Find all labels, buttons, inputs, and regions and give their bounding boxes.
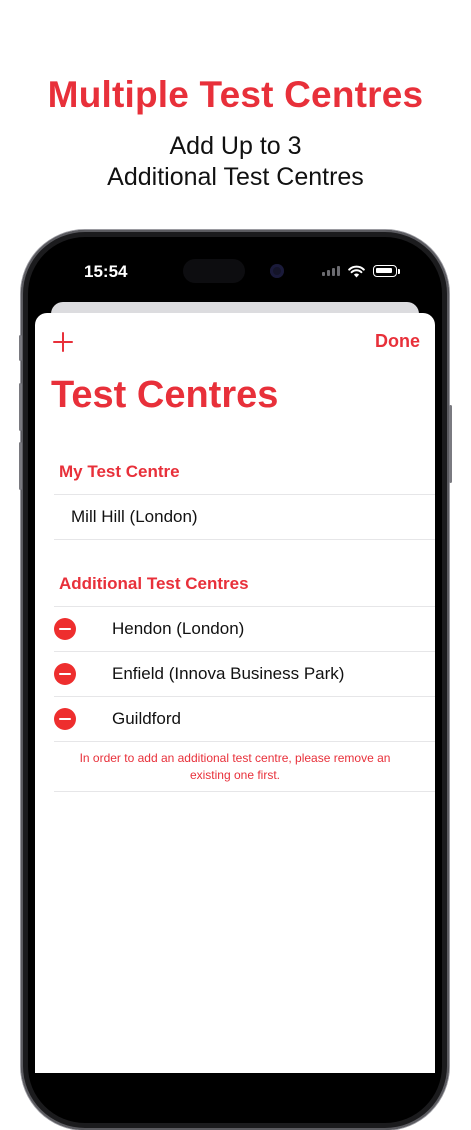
delete-icon[interactable] — [54, 663, 76, 685]
list-item[interactable]: Hendon (London) — [54, 607, 435, 651]
list-item[interactable]: Mill Hill (London) — [54, 495, 435, 539]
status-time: 15:54 — [84, 262, 128, 281]
delete-icon[interactable] — [54, 618, 76, 640]
phone-volume-up — [19, 383, 22, 431]
phone-volume-down — [19, 442, 22, 490]
camera-icon — [270, 264, 284, 278]
delete-icon[interactable] — [54, 708, 76, 730]
page-title: Test Centres — [51, 374, 279, 416]
battery-icon — [373, 265, 400, 277]
list-item-label: Hendon (London) — [112, 619, 245, 638]
list-item-label: Guildford — [112, 709, 181, 728]
marketing-subline: Add Up to 3 Additional Test Centres — [0, 131, 471, 193]
list-item[interactable]: Guildford — [54, 697, 435, 741]
section-header-my-test-centre: My Test Centre — [59, 462, 180, 481]
wifi-icon — [348, 265, 365, 277]
phone-side-button — [19, 335, 22, 361]
cellular-signal-icon — [322, 266, 340, 276]
status-icons — [322, 263, 400, 279]
phone-power-button — [449, 405, 452, 483]
divider — [54, 539, 435, 540]
subline-line-1: Add Up to 3 — [169, 132, 302, 160]
divider — [54, 791, 435, 792]
done-button[interactable]: Done — [360, 331, 420, 352]
marketing-headline: Multiple Test Centres — [47, 74, 424, 115]
list-item[interactable]: Enfield (Innova Business Park) — [54, 652, 435, 696]
subline-line-2: Additional Test Centres — [107, 163, 364, 191]
dynamic-island — [183, 259, 245, 283]
section-header-additional-test-centres: Additional Test Centres — [59, 574, 249, 593]
divider — [54, 741, 435, 742]
list-item-label: Enfield (Innova Business Park) — [112, 664, 345, 683]
list-item-label: Mill Hill (London) — [71, 507, 198, 526]
plus-icon[interactable] — [53, 332, 73, 352]
footer-note: In order to add an additional test centr… — [79, 751, 391, 782]
